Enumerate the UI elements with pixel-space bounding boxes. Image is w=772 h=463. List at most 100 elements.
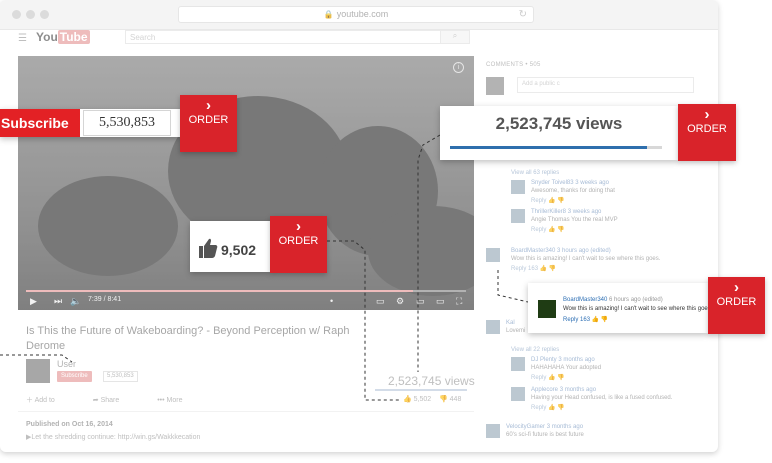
channel-avatar[interactable] bbox=[26, 359, 50, 383]
comment-item: BoardMaster340 3 hours ago (edited) Wow … bbox=[486, 248, 686, 274]
comment-avatar[interactable] bbox=[486, 248, 500, 262]
views-widget-bar bbox=[450, 146, 662, 149]
browser-window: 🔒 youtube.com ↻ ☰ You Tube Search ⌕ i ▶ ⏭ … bbox=[0, 0, 718, 452]
chevron-right-icon: › bbox=[704, 106, 710, 123]
like-dislike-row: 👍 5,502 👎 448 bbox=[403, 395, 461, 403]
miniplayer-icon[interactable]: ▭ bbox=[416, 296, 425, 307]
comment-widget-name: BoardMaster340 bbox=[563, 297, 608, 303]
order-likes-button[interactable]: › ORDER bbox=[270, 216, 327, 273]
comment-item: VelocityGamer 3 months ago 60's sci-fi f… bbox=[486, 424, 666, 444]
menu-icon[interactable]: ☰ bbox=[18, 33, 27, 44]
comment-author[interactable]: Snyder Toivel83 3 weeks ago bbox=[531, 180, 609, 186]
logo-tube-text: Tube bbox=[57, 30, 90, 44]
channel-subscriber-count: 5,530,853 bbox=[103, 371, 138, 382]
comment-author[interactable]: BoardMaster340 3 hours ago (edited) bbox=[511, 248, 611, 254]
order-label: ORDER bbox=[687, 123, 727, 135]
video-description: ▶Let the shredding continue: http://win.… bbox=[26, 434, 201, 441]
view-all-replies-link[interactable]: View all 63 replies bbox=[511, 170, 559, 176]
comment-avatar[interactable] bbox=[486, 320, 500, 334]
promo-stage: 🔒 youtube.com ↻ ☰ You Tube Search ⌕ i ▶ ⏭ … bbox=[0, 0, 772, 463]
video-progress-bar[interactable] bbox=[26, 290, 466, 292]
add-comment-input[interactable]: Add a public c bbox=[517, 77, 694, 93]
comment-author-name: DJ Plenty bbox=[531, 357, 557, 363]
reply-button[interactable]: Reply 163 👍 👎 bbox=[511, 265, 556, 272]
add-to-button[interactable]: ＋ Add to bbox=[26, 397, 73, 404]
lock-icon: 🔒 bbox=[323, 10, 334, 19]
share-label: Share bbox=[100, 397, 120, 404]
gear-icon[interactable]: ⚙ bbox=[396, 296, 404, 307]
address-bar[interactable]: 🔒 youtube.com ↻ bbox=[178, 6, 534, 23]
comment-author[interactable]: Applecore 3 months ago bbox=[531, 387, 596, 393]
captions-icon[interactable]: ▭ bbox=[376, 296, 385, 307]
reply-button[interactable]: Reply 👍 👎 bbox=[531, 197, 565, 204]
chevron-right-icon: › bbox=[206, 97, 211, 114]
add-comment-placeholder: Add a public c bbox=[522, 81, 560, 87]
comment-avatar[interactable] bbox=[511, 180, 525, 194]
youtube-logo[interactable]: You Tube bbox=[36, 30, 90, 44]
comment-widget-reply-label: Reply bbox=[563, 317, 579, 323]
player-controls: ▶ ⏭ 🔈 7:39 / 8:41 • ▭ ⚙ ▭ ▭ ⛶ bbox=[18, 290, 474, 310]
order-comments-button[interactable]: › ORDER bbox=[708, 277, 765, 334]
channel-subscribe-button[interactable]: Subscribe bbox=[57, 371, 92, 382]
reply-button[interactable]: Reply 👍 👎 bbox=[531, 374, 565, 381]
comment-author-name: VelocityGamer bbox=[506, 424, 546, 430]
comment-widget-text: Wow this is amazing! I can't wait to see… bbox=[563, 306, 713, 312]
reply-label: Reply bbox=[531, 198, 547, 204]
comment-widget-author: BoardMaster340 6 hours ago (edited) bbox=[563, 297, 663, 303]
user-avatar bbox=[486, 77, 504, 95]
comment-author[interactable]: ThrillerKiller8 3 weeks ago bbox=[531, 209, 601, 215]
comment-item: Kal Lovemi bbox=[486, 320, 525, 340]
views-widget-body: 2,523,745 views bbox=[440, 106, 678, 160]
comment-avatar[interactable] bbox=[511, 209, 525, 223]
cast-icon[interactable]: ▭ bbox=[436, 296, 445, 307]
maximize-dot-icon[interactable] bbox=[40, 10, 49, 19]
next-icon[interactable]: ⏭ bbox=[54, 296, 62, 307]
comments-header: COMMENTS • 505 bbox=[486, 62, 541, 68]
youtube-header: ☰ You Tube Search ⌕ bbox=[0, 30, 718, 44]
order-views-button[interactable]: › ORDER bbox=[678, 104, 736, 161]
comment-time: 3 weeks ago bbox=[567, 209, 602, 215]
subscribe-widget-label[interactable]: Subscribe bbox=[0, 109, 80, 137]
comment-author[interactable]: Kal bbox=[506, 320, 515, 326]
reload-icon[interactable]: ↻ bbox=[519, 7, 527, 22]
chevron-right-icon: › bbox=[734, 279, 739, 296]
dislike-button[interactable]: 👎 448 bbox=[439, 396, 461, 403]
comment-widget-reply[interactable]: Reply 163 👍 👎 bbox=[563, 316, 608, 323]
search-icon: ⌕ bbox=[452, 31, 458, 40]
fullscreen-icon[interactable]: ⛶ bbox=[456, 296, 462, 307]
minimize-dot-icon[interactable] bbox=[26, 10, 35, 19]
share-button[interactable]: ➦ Share bbox=[93, 397, 138, 404]
comment-avatar[interactable] bbox=[486, 424, 500, 438]
comment-text: 60's sci-fi future is best future bbox=[506, 432, 584, 438]
close-dot-icon[interactable] bbox=[12, 10, 21, 19]
comment-author-name: BoardMaster340 bbox=[511, 248, 556, 254]
likes-widget-count: 9,502 bbox=[221, 242, 257, 258]
autoplay-icon[interactable]: • bbox=[330, 296, 333, 306]
reply-button[interactable]: Reply 👍 👎 bbox=[531, 404, 565, 411]
comment-author[interactable]: VelocityGamer 3 months ago bbox=[506, 424, 583, 430]
more-button[interactable]: ••• More bbox=[157, 397, 200, 404]
divider bbox=[18, 411, 474, 412]
view-all-replies-link[interactable]: View all 22 replies bbox=[511, 347, 559, 353]
comment-text: Angie Thomas You the real MVP bbox=[531, 217, 618, 223]
order-subscribers-button[interactable]: › ORDER bbox=[180, 95, 237, 152]
play-icon[interactable]: ▶ bbox=[30, 296, 37, 307]
views-widget: 2,523,745 views bbox=[440, 106, 678, 160]
comment-text: Having your Head confused, is like a fus… bbox=[531, 395, 673, 401]
order-label: ORDER bbox=[188, 114, 229, 126]
add-to-label: Add to bbox=[34, 397, 55, 404]
info-icon[interactable]: i bbox=[453, 62, 464, 73]
comment-author[interactable]: DJ Plenty 3 months ago bbox=[531, 357, 595, 363]
more-label: More bbox=[166, 397, 183, 404]
comment-avatar[interactable] bbox=[511, 357, 525, 371]
comment-author-name: Snyder Toivel83 bbox=[531, 180, 574, 186]
likes-widget: 9,502 bbox=[190, 221, 270, 272]
views-widget-count: 2,523,745 views bbox=[495, 114, 623, 133]
search-button[interactable]: ⌕ bbox=[440, 30, 470, 44]
channel-name[interactable]: User bbox=[57, 359, 76, 369]
search-input[interactable]: Search bbox=[125, 30, 441, 44]
reply-button[interactable]: Reply 👍 👎 bbox=[531, 226, 565, 233]
volume-icon[interactable]: 🔈 bbox=[70, 296, 81, 307]
like-button[interactable]: 👍 5,502 bbox=[403, 396, 431, 403]
comment-avatar[interactable] bbox=[511, 387, 525, 401]
